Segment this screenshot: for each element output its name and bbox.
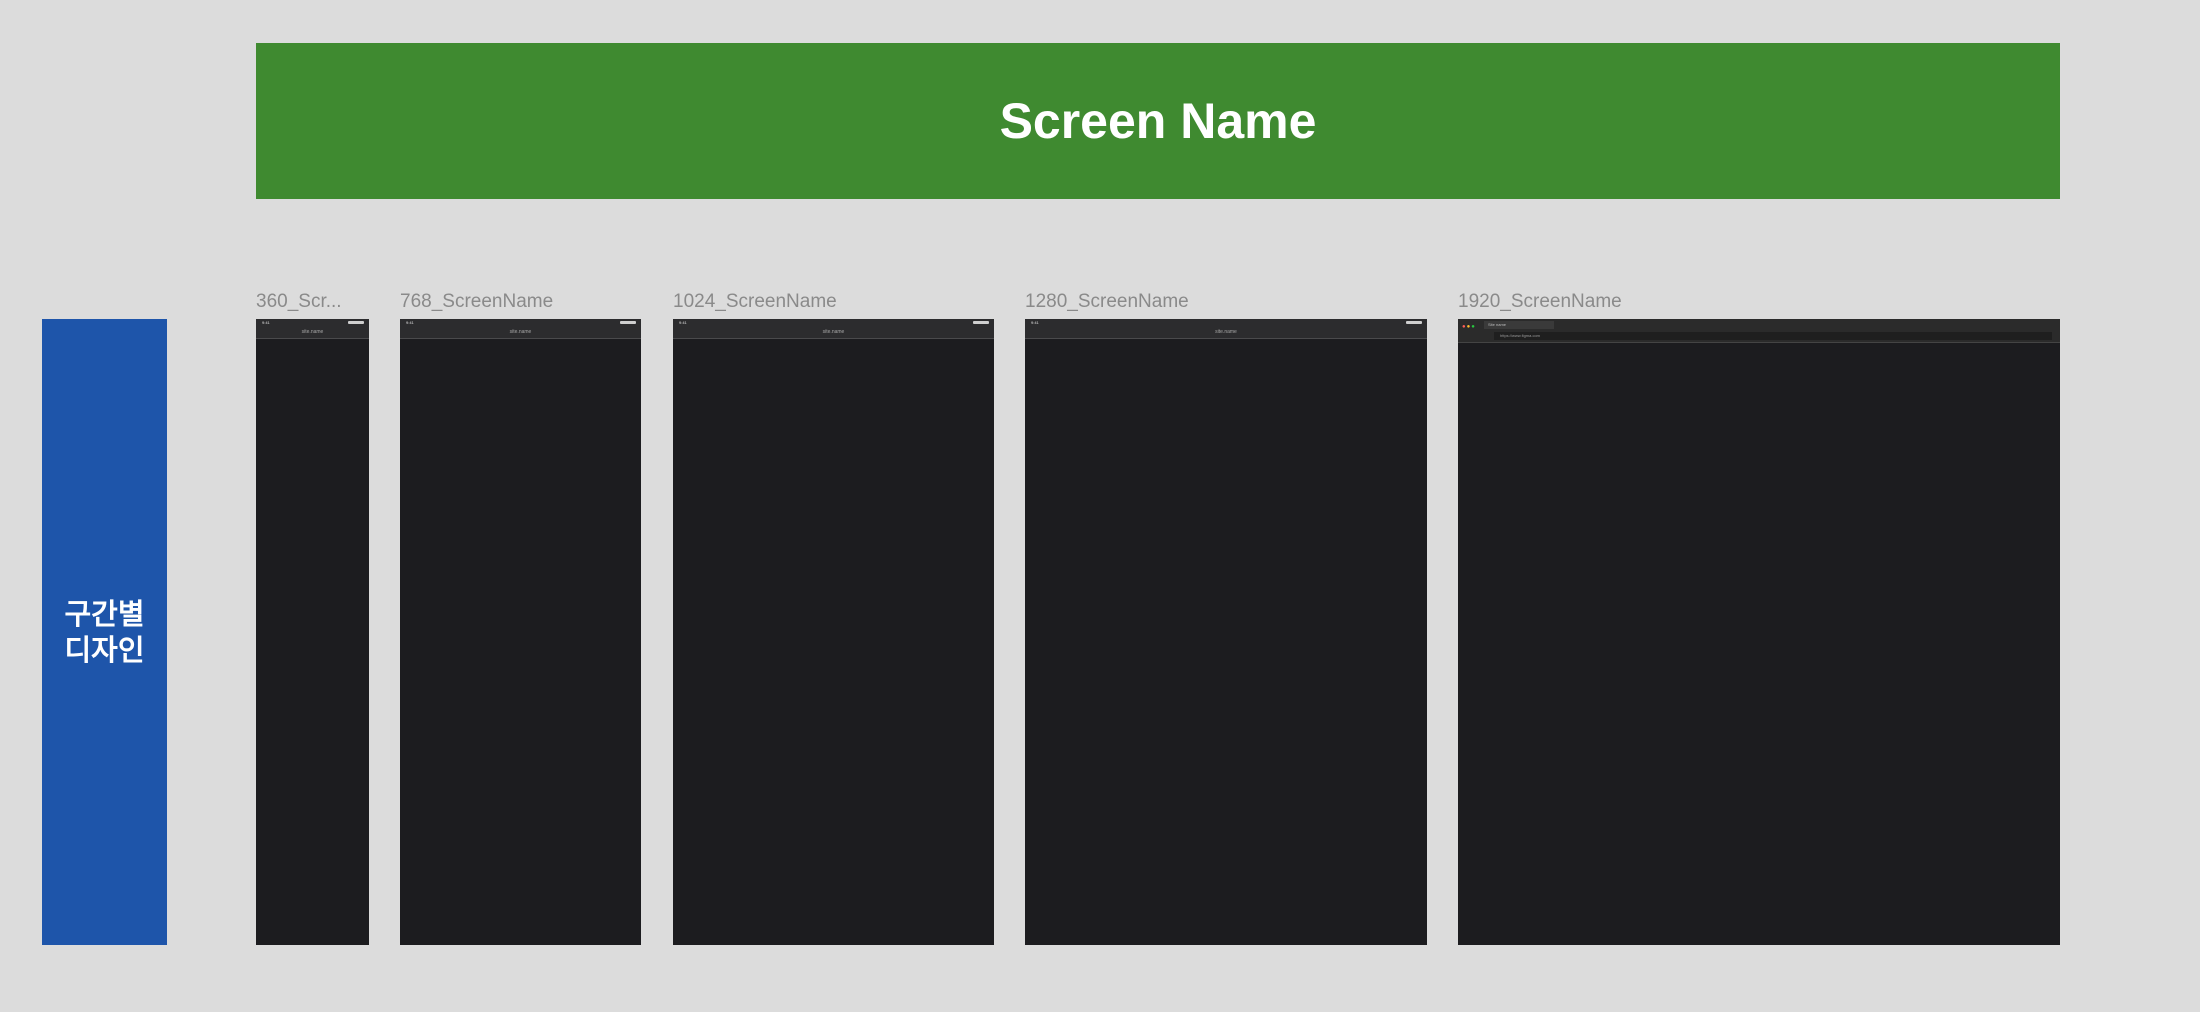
frame-768[interactable]: 9:41 site.name [400,319,641,945]
signal-battery-icon [348,321,364,324]
frame-title-360[interactable]: 360_Scr... [256,290,366,314]
frame-360[interactable]: 9:41 site.name [256,319,369,945]
browser-address-bar: https://www.figma.com [1494,332,2052,340]
status-bar: 9:41 [1025,319,1427,326]
status-time: 9:41 [262,320,270,325]
screen-name-banner: Screen Name [256,43,2060,199]
frame-1024[interactable]: 9:41 site.name [673,319,994,945]
banner-title: Screen Name [999,93,1317,149]
section-design-text: 구간별 디자인 [64,597,145,667]
section-design-label: 구간별 디자인 [42,319,167,945]
browser-chrome: ●●● Site name https://www.figma.com [1458,319,2060,343]
status-time: 9:41 [679,320,687,325]
signal-battery-icon [973,321,989,324]
address-bar: site.name [1025,326,1427,339]
status-bar: 9:41 [673,319,994,326]
status-time: 9:41 [406,320,414,325]
browser-tab: Site name [1484,321,1554,329]
frame-1280[interactable]: 9:41 site.name [1025,319,1427,945]
signal-battery-icon [620,321,636,324]
signal-battery-icon [1406,321,1422,324]
address-bar: site.name [256,326,369,339]
window-controls-icon: ●●● [1462,324,1476,330]
address-bar: site.name [673,326,994,339]
frame-title-768[interactable]: 768_ScreenName [400,290,640,314]
status-time: 9:41 [1031,320,1039,325]
frame-1920[interactable]: ●●● Site name https://www.figma.com [1458,319,2060,945]
frame-title-1280[interactable]: 1280_ScreenName [1025,290,1425,314]
address-text: site.name [301,329,324,335]
address-bar: site.name [400,326,641,339]
frame-title-1024[interactable]: 1024_ScreenName [673,290,993,314]
address-text: site.name [509,329,532,335]
status-bar: 9:41 [400,319,641,326]
address-text: site.name [1215,329,1237,335]
status-bar: 9:41 [256,319,369,326]
address-text: site.name [822,329,845,335]
frame-title-1920[interactable]: 1920_ScreenName [1458,290,2058,314]
